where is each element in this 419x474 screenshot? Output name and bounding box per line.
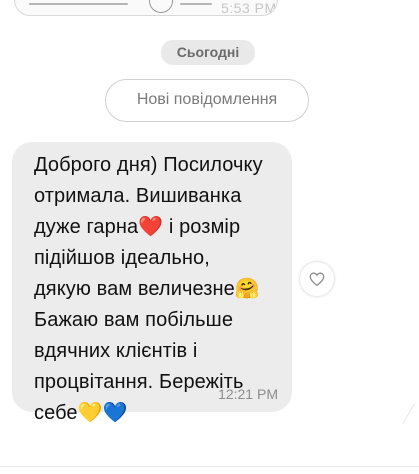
chat-screen: 5:53 PM Сьогодні Нові повідомлення Добро…	[0, 0, 419, 474]
message-bubble[interactable]: Доброго дня) Посилочку отримала. Вишиван…	[12, 142, 292, 424]
previous-message-bubble[interactable]: 5:53 PM	[14, 0, 278, 16]
new-messages-button[interactable]: Нові повідомлення	[105, 79, 309, 122]
heart-outline-icon	[309, 272, 325, 287]
bottom-divider	[0, 466, 419, 467]
previous-message-time: 5:53 PM	[221, 0, 277, 16]
stamp-icon	[149, 0, 173, 13]
edge-divider	[402, 404, 419, 424]
like-button[interactable]	[300, 262, 334, 296]
previous-message-image-text	[29, 0, 139, 8]
date-separator: Сьогодні	[161, 40, 255, 65]
message-time: 12:21 PM	[218, 386, 278, 402]
